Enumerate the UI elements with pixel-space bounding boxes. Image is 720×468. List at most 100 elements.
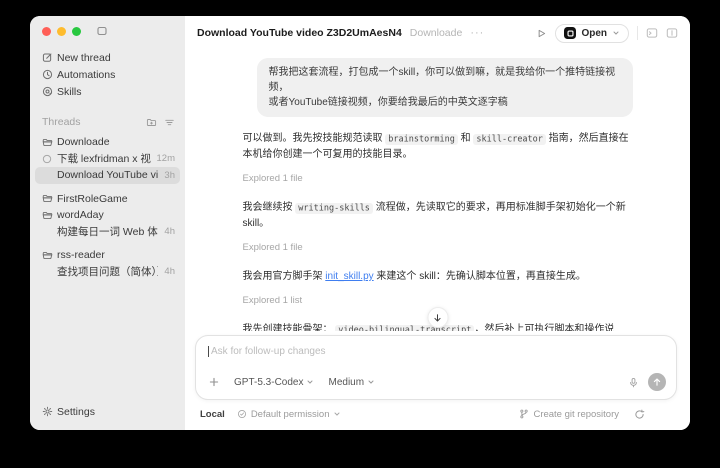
folder-icon [42, 137, 57, 148]
assistant-message: 我会用官方脚手架 init_skill.py 来建这个 skill：先确认脚本位… [242, 271, 586, 282]
threads-header-label: Threads [42, 116, 81, 128]
composer: Ask for follow-up changes GPT-5.3-Codex … [195, 335, 677, 400]
filter-icon[interactable] [164, 117, 175, 128]
sidebar-item-skills[interactable]: Skills [30, 83, 185, 100]
app-logo-icon [564, 27, 577, 39]
explored-status: Explored 1 file [242, 173, 303, 184]
thread-label: 构建每日一词 Web 体验}") ???... [57, 226, 158, 239]
refresh-icon[interactable] [634, 409, 645, 420]
thread-item-find-issues[interactable]: 查找项目问题（简体）】</cod... 4h [35, 264, 180, 281]
gear-icon [42, 406, 57, 417]
thread-title: Download YouTube video Z3D2UmAesN4 [197, 27, 402, 39]
sidebar-collapse-icon[interactable] [97, 26, 107, 36]
chevron-down-icon [333, 410, 341, 418]
compose-icon [42, 52, 57, 63]
window-controls [30, 25, 185, 37]
explored-status: Explored 1 list [242, 295, 303, 306]
permission-label: Default permission [250, 408, 330, 420]
model-selector[interactable]: GPT-5.3-Codex [234, 377, 314, 388]
sidebar-item-label: Automations [57, 68, 116, 81]
thread-item-download-youtube-video[interactable]: Download YouTube video Z3... 3h [35, 167, 180, 184]
more-menu-icon[interactable]: ··· [470, 27, 484, 39]
inline-code: skill-creator [473, 133, 546, 145]
panel-toggle-icon[interactable] [666, 27, 678, 39]
create-git-repo-button[interactable]: Create git repository [519, 409, 619, 420]
threads-section-header: Threads [30, 114, 185, 130]
open-button-label: Open [581, 27, 607, 39]
inline-code: writing-skills [295, 202, 373, 214]
new-folder-icon[interactable] [146, 117, 157, 128]
assistant-message: 可以做到。我先按技能规范读取 brainstorming 和 skill-cre… [242, 133, 629, 160]
sidebar-item-label: Skills [57, 85, 82, 98]
permission-selector[interactable]: Default permission [237, 409, 342, 420]
thread-label: Downloade [57, 136, 110, 149]
create-git-repo-label: Create git repository [533, 408, 619, 420]
terminal-icon[interactable] [646, 27, 658, 39]
text-caret [208, 346, 209, 357]
progress-circle-icon [42, 154, 57, 164]
effort-label: Medium [328, 376, 365, 388]
input-placeholder: Ask for follow-up changes [211, 346, 326, 357]
sidebar-item-new-thread[interactable]: New thread [30, 49, 185, 66]
sidebar-item-settings[interactable]: Settings [30, 403, 185, 420]
thread-label: wordAday [57, 209, 104, 222]
conversation-area[interactable]: 帮我把这套流程，打包成一个skill，你可以做到嘛，就是我给你一个推特链接视频，… [185, 50, 690, 331]
settings-label: Settings [57, 405, 95, 418]
thread-item-rss-reader[interactable]: rss-reader [35, 247, 180, 264]
thread-item-lexfridman[interactable]: 下载 lexfridman x 视频 12m [35, 151, 180, 168]
effort-selector[interactable]: Medium [328, 377, 375, 388]
permission-icon [237, 409, 247, 419]
thread-time: 12m [156, 153, 175, 165]
thread-item-word-web[interactable]: 构建每日一词 Web 体验}") ???... 4h [35, 224, 180, 241]
thread-item-firstrolegame[interactable]: FirstRoleGame [35, 191, 180, 208]
sidebar-item-label: New thread [57, 51, 111, 64]
folder-icon [42, 210, 57, 221]
chevron-down-icon [612, 29, 620, 37]
inline-code: brainstorming [385, 133, 458, 145]
folder-icon [42, 250, 57, 261]
send-button[interactable] [648, 373, 666, 391]
thread-item-wordaday[interactable]: wordAday [35, 207, 180, 224]
sidebar: New thread Automations Skills Threads Do… [30, 16, 185, 430]
chevron-down-icon [306, 378, 314, 386]
thread-label: 查找项目问题（简体）】</cod... [57, 266, 158, 279]
attach-plus-icon[interactable] [208, 376, 220, 388]
thread-item-downloade[interactable]: Downloade [35, 134, 180, 151]
close-window-button[interactable] [42, 26, 51, 36]
run-icon[interactable] [536, 28, 547, 39]
message-input[interactable]: Ask for follow-up changes [208, 345, 666, 358]
assistant-message: 我会继续按 writing-skills 流程做，先读取它的要求，再用标准脚手架… [242, 202, 626, 229]
chevron-down-icon [367, 378, 375, 386]
user-message: 帮我把这套流程，打包成一个skill，你可以做到嘛，就是我给你一个推特链接视频，… [256, 58, 633, 117]
status-bar: Local Default permission Create git repo… [197, 405, 645, 423]
thread-time: 4h [164, 266, 175, 278]
folder-icon [42, 193, 57, 204]
open-button[interactable]: Open [555, 23, 629, 43]
local-badge: Local [200, 408, 225, 420]
thread-time: 4h [164, 226, 175, 238]
inline-code: video-bilingual-transcript [335, 324, 475, 331]
zoom-window-button[interactable] [72, 26, 81, 36]
thread-time: 3h [164, 169, 175, 181]
thread-header: Download YouTube video Z3D2UmAesN4 Downl… [185, 16, 690, 50]
model-label: GPT-5.3-Codex [234, 376, 304, 388]
mic-icon[interactable] [628, 377, 639, 388]
main-panel: Download YouTube video Z3D2UmAesN4 Downl… [185, 16, 690, 430]
thread-label: 下载 lexfridman x 视频 [57, 153, 151, 166]
thread-label: FirstRoleGame [57, 192, 128, 205]
thread-label: rss-reader [57, 249, 105, 262]
minimize-window-button[interactable] [57, 26, 66, 36]
app-window: New thread Automations Skills Threads Do… [30, 16, 690, 430]
user-message-line: 或者YouTube链接视频，你要给我最后的中英文逐字稿 [268, 97, 508, 108]
thread-label: Download YouTube video Z3... [57, 169, 159, 182]
scroll-to-bottom-button[interactable] [427, 307, 448, 328]
thread-project: Downloade [409, 27, 463, 39]
file-link[interactable]: init_skill.py [325, 271, 373, 282]
skills-icon [42, 86, 57, 97]
user-message-line: 帮我把这套流程，打包成一个skill，你可以做到嘛，就是我给你一个推特链接视频， [268, 67, 616, 93]
clock-icon [42, 69, 57, 80]
sidebar-item-automations[interactable]: Automations [30, 66, 185, 83]
git-branch-icon [519, 409, 529, 419]
explored-status: Explored 1 file [242, 242, 303, 253]
header-divider [637, 26, 638, 40]
